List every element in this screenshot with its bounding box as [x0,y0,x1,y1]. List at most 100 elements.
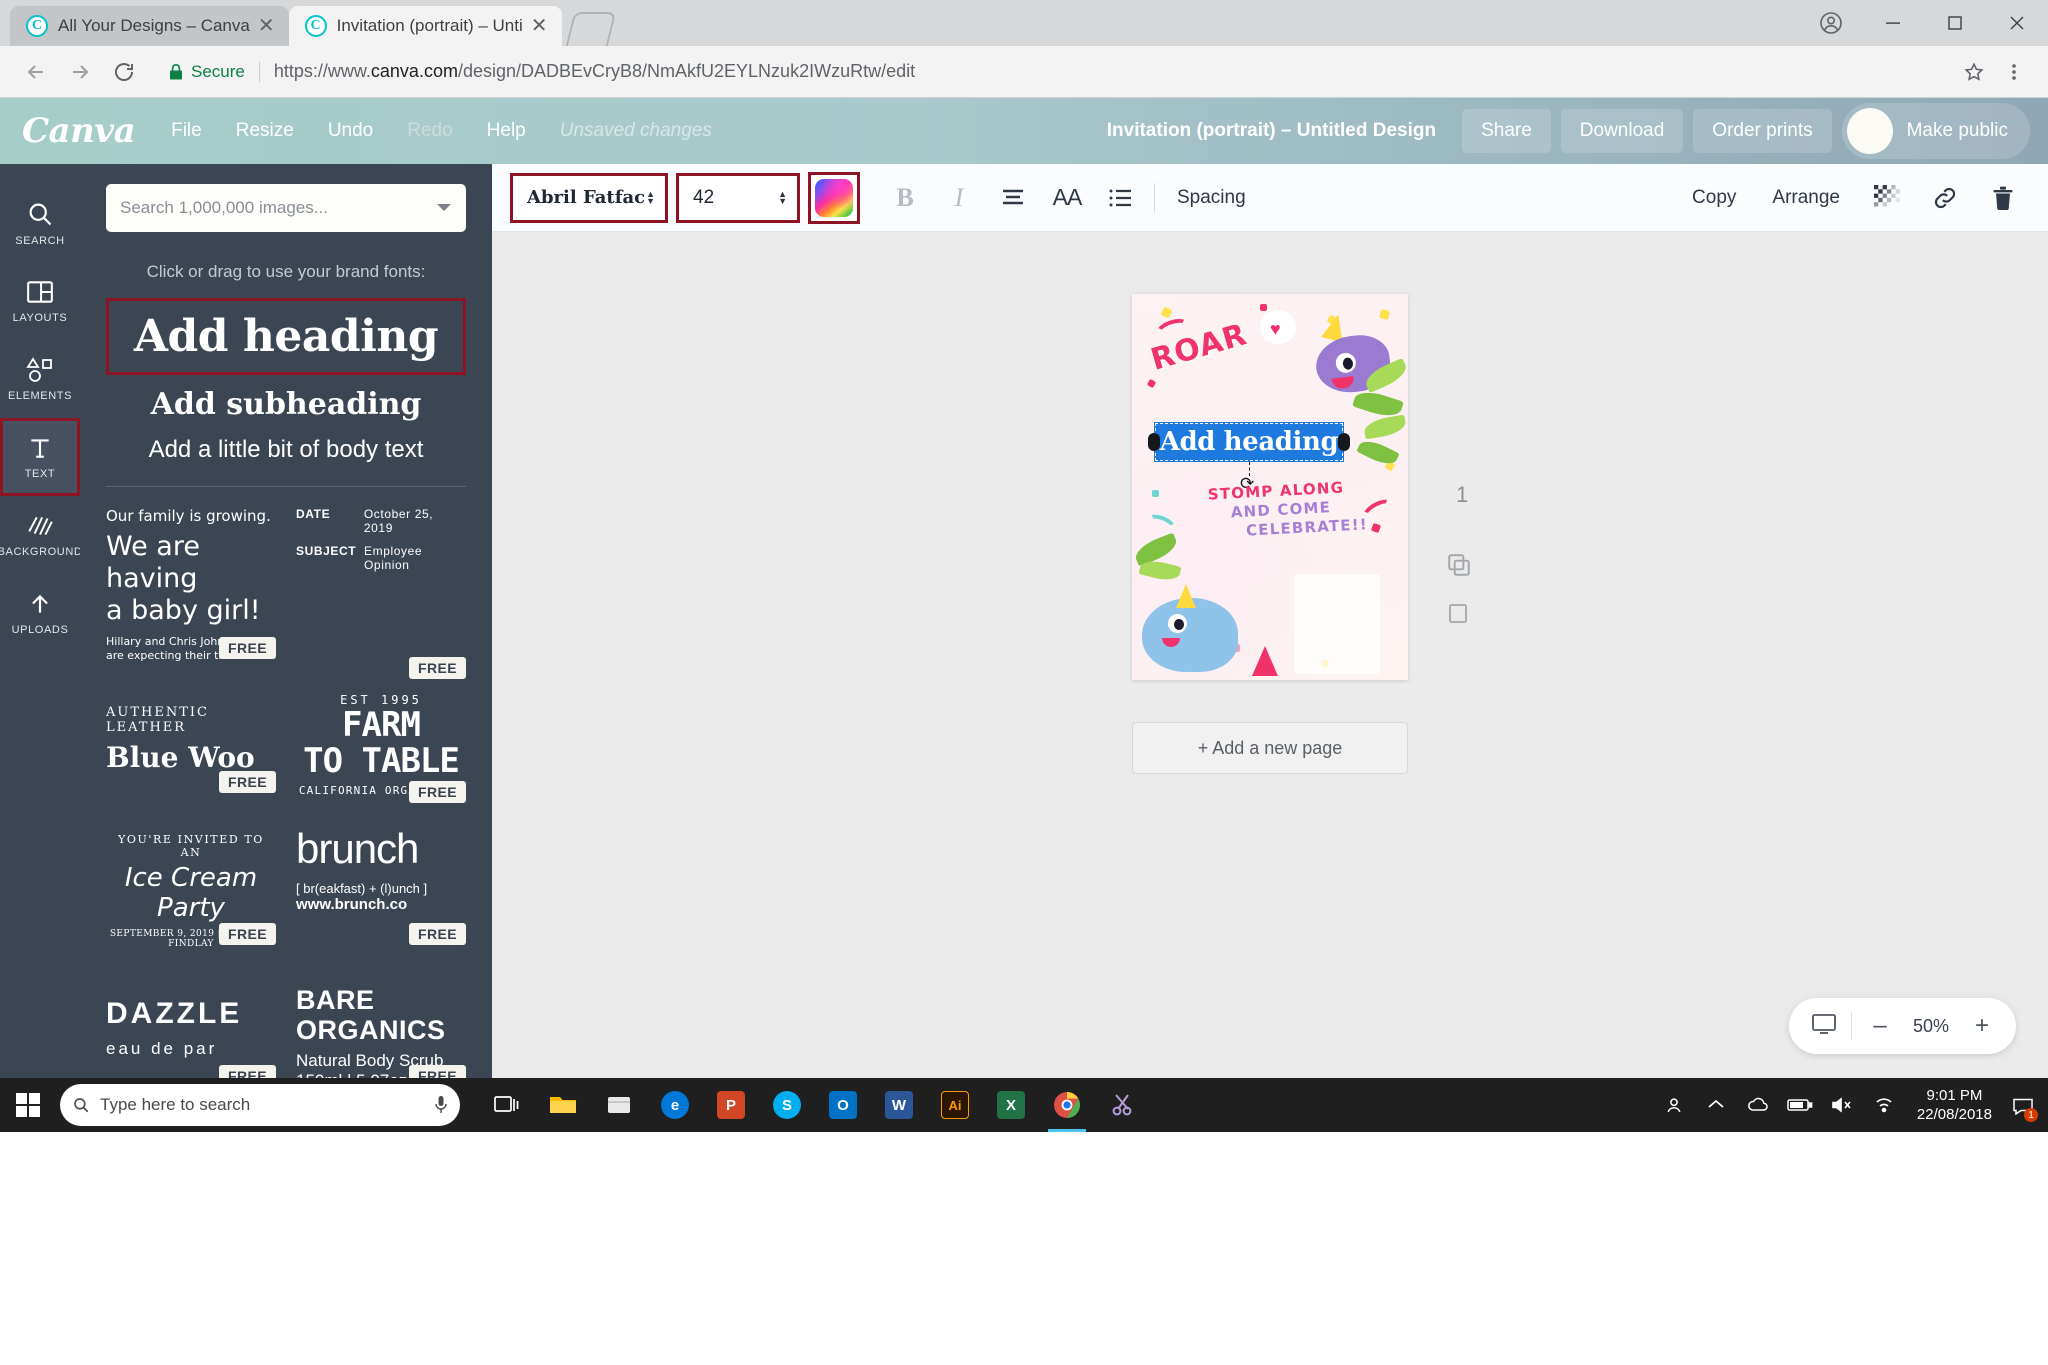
lock-icon [170,63,182,79]
resize-handle-left[interactable] [1148,433,1160,451]
add-body-text-button[interactable]: Add a little bit of body text [106,428,466,482]
order-prints-button[interactable]: Order prints [1693,109,1832,153]
template-bare-organics[interactable]: BARE ORGANICS Natural Body Scrub 150ml |… [296,985,466,1078]
taskbar-item-chrome[interactable] [1040,1078,1094,1132]
make-public-toggle[interactable]: Make public [1841,103,2030,159]
design-page[interactable]: ♥ ROAR Add heading ⟳ STOMP ALONG AND COM… [1132,294,1408,680]
browser-tab-2[interactable]: C Invitation (portrait) – Unti ✕ [288,6,562,46]
windows-start-icon[interactable] [0,1078,56,1132]
close-tab-1-icon[interactable]: ✕ [258,16,275,36]
template-memo[interactable]: DATE October 25, 2019 SUBJECT Employee O… [296,507,466,679]
panel-divider [106,486,466,487]
template-brunch[interactable]: brunch [ br(eakfast) + (l)unch ] www.bru… [296,825,466,949]
volume-mute-icon[interactable] [1823,1078,1861,1132]
taskbar-item-file-explorer[interactable] [536,1078,590,1132]
account-icon[interactable] [1800,0,1862,46]
taskbar-item-microsoft-store[interactable] [592,1078,646,1132]
share-button[interactable]: Share [1462,109,1551,153]
close-tab-2-icon[interactable]: ✕ [531,16,548,36]
add-new-page-button[interactable]: + Add a new page [1132,722,1408,774]
chrome-icon [1054,1092,1080,1118]
menu-item-help[interactable]: Help [487,120,526,142]
taskbar-clock[interactable]: 9:01 PM 22/08/2018 [1907,1086,2002,1124]
link-button[interactable] [1918,171,1972,225]
letter-case-button[interactable]: AA [1040,171,1094,225]
template-leather[interactable]: AUTHENTIC LEATHER Blue Woo FREE [106,705,276,797]
canva-logo[interactable]: Canva [22,111,136,151]
arrange-button[interactable]: Arrange [1756,187,1856,209]
resize-handle-right[interactable] [1338,433,1350,451]
sidebar-item-search[interactable]: SEARCH [0,184,80,262]
taskbar-item-illustrator[interactable]: Ai [928,1078,982,1132]
template-baby-announcement[interactable]: Our family is growing. We are having a b… [106,507,276,663]
menu-item-file[interactable]: File [171,120,202,142]
template-farm-to-table[interactable]: EST 1995 FARM TO TABLE CALIFORNIA ORGANI… [296,693,466,803]
font-size-select[interactable]: 42 ▲ ▼ [676,172,800,223]
menu-item-resize[interactable]: Resize [236,120,294,142]
taskbar-item-microsoft-edge[interactable]: e [648,1078,702,1132]
avatar [1846,108,1893,154]
sidebar-item-layouts[interactable]: LAYOUTS [0,262,80,340]
search-input[interactable]: Search 1,000,000 images... [106,184,466,232]
zoom-out-button[interactable]: – [1868,1014,1892,1038]
copy-button[interactable]: Copy [1676,187,1752,209]
taskbar-item-snipping-tool[interactable] [1096,1078,1150,1132]
browser-tab-1[interactable]: C All Your Designs – Canva ✕ [10,6,289,46]
sidebar-item-uploads[interactable]: UPLOADS [0,574,80,652]
download-button[interactable]: Download [1560,109,1684,153]
snipping-tool-icon [1112,1094,1132,1116]
sidebar-item-background[interactable]: BACKGROUND [0,496,82,574]
chevron-down-icon[interactable] [436,203,452,213]
onedrive-icon[interactable] [1739,1078,1777,1132]
align-button[interactable] [986,171,1040,225]
duplicate-page-icon[interactable] [1446,552,1472,578]
close-window-button[interactable] [1986,0,2048,46]
menu-item-undo[interactable]: Undo [328,120,373,142]
canvas-area[interactable]: ♥ ROAR Add heading ⟳ STOMP ALONG AND COM… [492,232,2048,1078]
dino-pupil [1174,619,1184,630]
add-subheading-button[interactable]: Add subheading [106,375,466,428]
task-view-icon[interactable] [480,1078,534,1132]
star-icon[interactable] [1954,52,1994,92]
url-input[interactable]: Secure https://www.canva.com/design/DADB… [158,54,1954,90]
delete-page-icon[interactable] [1446,600,1470,626]
italic-button[interactable]: I [932,171,986,225]
taskbar-search-input[interactable]: Type here to search [60,1084,460,1126]
transparency-button[interactable] [1860,171,1914,225]
zoom-in-button[interactable]: + [1970,1014,1994,1038]
network-icon[interactable] [1865,1078,1903,1132]
delete-button[interactable] [1976,171,2030,225]
font-family-select[interactable]: Abril Fatface ▲ ▼ [510,172,668,223]
back-arrow-icon[interactable] [14,50,58,94]
bullet-list-button[interactable] [1094,171,1148,225]
bold-button[interactable]: B [878,171,932,225]
taskbar-item-powerpoint[interactable]: P [704,1078,758,1132]
template-dazzle[interactable]: DAZZLE eau de par FREE [106,997,276,1078]
maximize-window-button[interactable] [1924,0,1986,46]
taskbar-item-outlook[interactable]: O [816,1078,870,1132]
template-line: brunch [296,825,419,872]
taskbar-item-skype-business[interactable]: S [760,1078,814,1132]
taskbar-item-excel[interactable]: X [984,1078,1038,1132]
notifications-button[interactable]: 1 [2006,1078,2040,1132]
microphone-icon[interactable] [434,1095,448,1115]
minimize-window-button[interactable] [1862,0,1924,46]
template-ice-cream-party[interactable]: YOU'RE INVITED TO AN Ice Cream Party SEP… [106,833,276,949]
template-line: Ice Cream Party [124,863,258,923]
forward-arrow-icon[interactable] [58,50,102,94]
sidebar-item-elements[interactable]: ELEMENTS [0,340,80,418]
selected-text-element[interactable]: Add heading ⟳ [1148,422,1350,493]
battery-icon[interactable] [1781,1078,1819,1132]
spacing-button[interactable]: Spacing [1161,187,1262,209]
fit-screen-icon[interactable] [1811,1012,1836,1041]
add-heading-button[interactable]: Add heading [106,298,466,375]
menu-item-redo[interactable]: Redo [407,120,452,142]
show-hidden-icons-icon[interactable] [1697,1078,1735,1132]
sidebar-item-text[interactable]: TEXT [0,418,80,496]
taskbar-item-word[interactable]: W [872,1078,926,1132]
text-color-button[interactable] [808,171,860,224]
new-tab-icon[interactable] [565,12,616,46]
people-icon[interactable] [1655,1078,1693,1132]
kebab-menu-icon[interactable] [1994,52,2034,92]
reload-icon[interactable] [102,50,146,94]
